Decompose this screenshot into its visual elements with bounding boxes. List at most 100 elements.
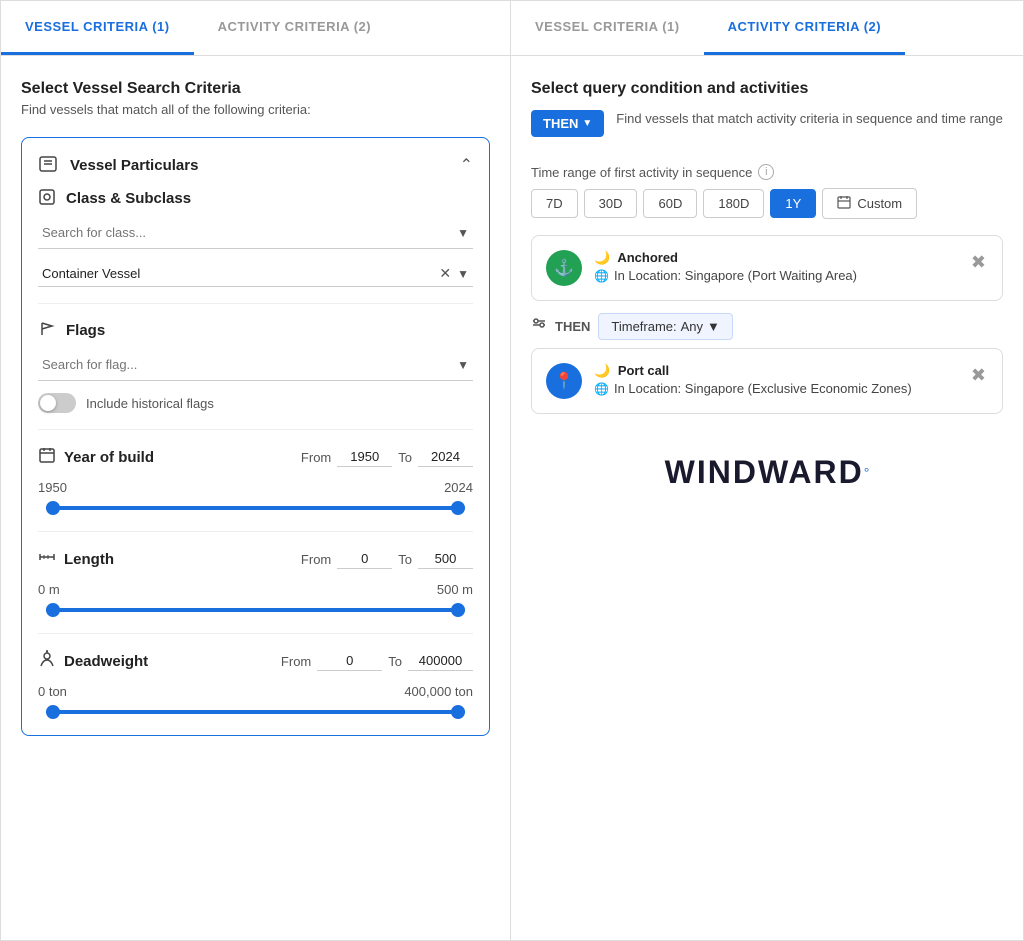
- length-section: Length From To 0 m 500 m: [38, 548, 473, 617]
- year-to-input[interactable]: [418, 447, 473, 467]
- class-icon: [38, 188, 56, 209]
- flags-section: Flags ▼ Include historical flags: [38, 320, 473, 413]
- year-of-build-header: Year of build From To: [38, 446, 473, 468]
- time-btn-30d[interactable]: 30D: [584, 189, 638, 218]
- then-row: THEN ▼ Find vessels that match activity …: [531, 110, 1003, 148]
- activity-icon-wrap-anchored: ⚓: [546, 250, 582, 286]
- class-tag-remove-btn[interactable]: ✕: [439, 265, 451, 282]
- class-tag-row: Container Vessel ✕ ▼: [38, 261, 473, 287]
- then-button[interactable]: THEN ▼: [531, 110, 604, 137]
- vessel-particulars-header: Vessel Particulars ⌃: [38, 154, 473, 176]
- flags-year-divider: [38, 429, 473, 430]
- flag-search-input[interactable]: [38, 349, 473, 381]
- length-title: Length: [64, 551, 114, 568]
- time-btn-180d[interactable]: 180D: [703, 189, 764, 218]
- deadweight-icon: [38, 650, 56, 672]
- year-slider-thumb-left[interactable]: [46, 501, 60, 515]
- activity-location-anchored: In Location: Singapore (Port Waiting Are…: [614, 268, 857, 283]
- vessel-particulars-section: Vessel Particulars ⌃ Class & Subclass: [21, 137, 490, 736]
- length-slider-track: [46, 608, 465, 612]
- deadweight-to-label: To: [388, 654, 402, 669]
- tab-activity-criteria-left[interactable]: ACTIVITY CRITERIA (2): [194, 1, 396, 55]
- class-tag-value: Container Vessel: [42, 266, 439, 281]
- time-btn-60d[interactable]: 60D: [643, 189, 697, 218]
- vessel-particulars-title: Vessel Particulars: [70, 157, 198, 174]
- activity-name-anchored: 🌙 Anchored: [594, 250, 957, 266]
- time-btn-1y[interactable]: 1Y: [770, 189, 816, 218]
- panel-subtitle: Find vessels that match all of the follo…: [21, 102, 490, 117]
- year-of-build-section: Year of build From To 1950 2024: [38, 446, 473, 515]
- year-from-input[interactable]: [337, 447, 392, 467]
- length-to-input[interactable]: [418, 549, 473, 569]
- time-btn-7d[interactable]: 7D: [531, 189, 578, 218]
- length-slider-thumb-left[interactable]: [46, 603, 60, 617]
- then-button-label: THEN: [543, 116, 578, 131]
- length-from-label: From: [301, 552, 331, 567]
- tab-vessel-criteria-right[interactable]: VESSEL CRITERIA (1): [511, 1, 704, 55]
- deadweight-range-labels: 0 ton 400,000 ton: [38, 684, 473, 699]
- activity-info-portcall: 🌙 Port call 🌐 In Location: Singapore (Ex…: [594, 363, 957, 396]
- deadweight-slider-thumb-left[interactable]: [46, 705, 60, 719]
- deadweight-to-input[interactable]: [408, 651, 473, 671]
- length-min-label: 0 m: [38, 582, 60, 597]
- tab-activity-criteria-right[interactable]: ACTIVITY CRITERIA (2): [704, 1, 906, 55]
- timeframe-button[interactable]: Timeframe: Any ▼: [598, 313, 733, 340]
- deadweight-slider-track: [46, 710, 465, 714]
- calendar-icon: [837, 195, 851, 212]
- deadweight-from-input[interactable]: [317, 651, 382, 671]
- year-of-build-title-wrap: Year of build: [38, 446, 154, 468]
- historical-flags-toggle[interactable]: [38, 393, 76, 413]
- windward-logo: WINDWARD°: [531, 454, 1003, 491]
- flags-header: Flags: [38, 320, 473, 341]
- anchor-icon: ⚓: [554, 258, 574, 278]
- windward-logo-text: WINDWARD: [665, 454, 864, 490]
- length-max-label: 500 m: [437, 582, 473, 597]
- time-range-label-text: Time range of first activity in sequence: [531, 165, 752, 180]
- time-btn-custom[interactable]: Custom: [822, 188, 917, 219]
- right-panel-content: Select query condition and activities TH…: [511, 56, 1023, 940]
- year-min-label: 1950: [38, 480, 67, 495]
- right-panel: VESSEL CRITERIA (1) ACTIVITY CRITERIA (2…: [511, 1, 1023, 940]
- deadweight-min-label: 0 ton: [38, 684, 67, 699]
- length-to-label: To: [398, 552, 412, 567]
- time-range-label: Time range of first activity in sequence…: [531, 164, 1003, 180]
- length-slider-thumb-right[interactable]: [451, 603, 465, 617]
- length-from-input[interactable]: [337, 549, 392, 569]
- class-search-input[interactable]: [38, 217, 473, 249]
- windward-logo-dot: °: [864, 465, 870, 481]
- length-icon: [38, 548, 56, 570]
- year-slider-thumb-right[interactable]: [451, 501, 465, 515]
- length-range-inputs: From To: [301, 549, 473, 569]
- globe-icon-anchored: 🌐: [594, 269, 609, 283]
- time-range-info-icon[interactable]: i: [758, 164, 774, 180]
- panel-title: Select Vessel Search Criteria: [21, 80, 490, 98]
- vessel-particulars-header-left: Vessel Particulars: [38, 154, 198, 176]
- vessel-particulars-icon: [38, 154, 60, 176]
- activity-delete-btn-anchored[interactable]: ✖: [969, 250, 988, 275]
- year-to-label: To: [398, 450, 412, 465]
- length-range-labels: 0 m 500 m: [38, 582, 473, 597]
- vessel-particulars-collapse-btn[interactable]: ⌃: [460, 155, 473, 175]
- length-slider-wrap: [42, 603, 469, 617]
- activity-delete-btn-portcall[interactable]: ✖: [969, 363, 988, 388]
- year-range-inputs: From To: [301, 447, 473, 467]
- deadweight-slider-thumb-right[interactable]: [451, 705, 465, 719]
- timeframe-value: Any: [681, 319, 703, 334]
- tab-vessel-criteria-left[interactable]: VESSEL CRITERIA (1): [1, 1, 194, 55]
- connector-filter-icon: [531, 317, 547, 336]
- activity-location-portcall: In Location: Singapore (Exclusive Econom…: [614, 381, 912, 396]
- activity-card-portcall: 📍 🌙 Port call 🌐 In Location: Singapore (…: [531, 348, 1003, 414]
- flag-search-wrapper: ▼: [38, 349, 473, 381]
- class-subclass-title: Class & Subclass: [66, 190, 191, 207]
- time-range-section: Time range of first activity in sequence…: [531, 164, 1003, 219]
- class-tag-dropdown-btn[interactable]: ▼: [457, 267, 469, 281]
- length-header: Length From To: [38, 548, 473, 570]
- deadweight-section: Deadweight From To 0 ton 400,000 ton: [38, 650, 473, 719]
- deadweight-title: Deadweight: [64, 653, 148, 670]
- activity-name-portcall: 🌙 Port call: [594, 363, 957, 379]
- custom-btn-label: Custom: [857, 196, 902, 211]
- class-tag-actions: ✕ ▼: [439, 265, 469, 282]
- class-search-wrapper: ▼: [38, 217, 473, 249]
- timeframe-arrow: ▼: [707, 319, 720, 334]
- length-deadweight-divider: [38, 633, 473, 634]
